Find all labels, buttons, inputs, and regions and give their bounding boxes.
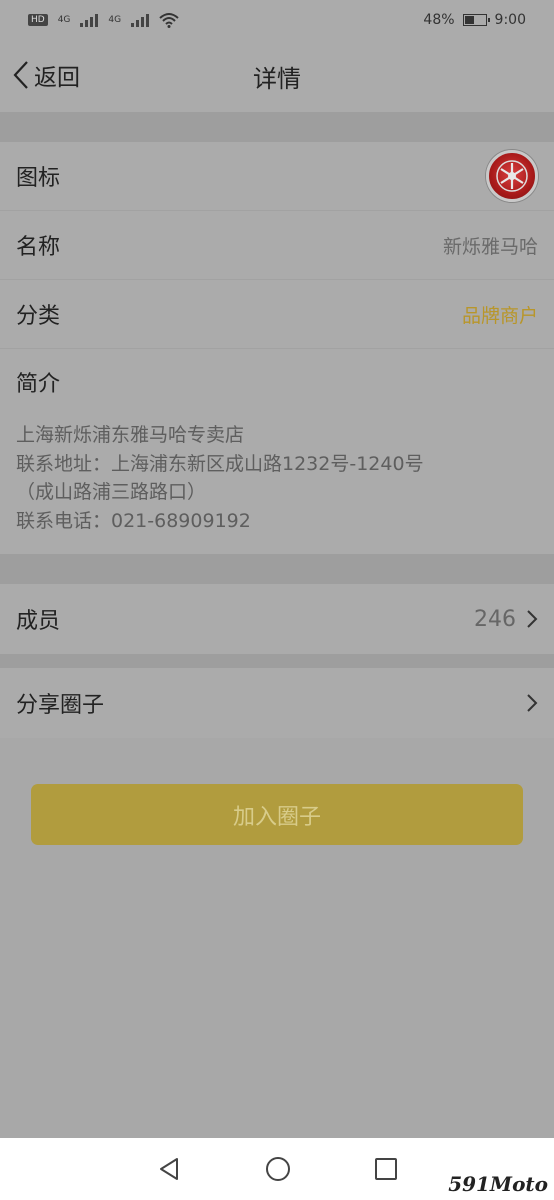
- brand-logo-icon: [486, 150, 538, 202]
- intro-line: 上海新烁浦东雅马哈专卖店: [16, 424, 245, 446]
- section-gap: [0, 654, 554, 668]
- details-panel: 图标 名称 新烁雅马哈 分类 品牌商户 简介 上海新烁浦东雅马哈专卖店 联系地址…: [0, 142, 554, 554]
- back-triangle-icon[interactable]: [156, 1156, 182, 1182]
- status-left: HD 4G 4G: [28, 12, 179, 28]
- signal-icon: [80, 13, 99, 27]
- name-row: 名称 新烁雅马哈: [0, 211, 554, 280]
- wifi-icon: [159, 13, 179, 28]
- share-row[interactable]: 分享圈子: [0, 668, 554, 738]
- name-value: 新烁雅马哈: [442, 235, 538, 258]
- back-button[interactable]: 返回: [12, 58, 80, 92]
- tuning-fork-logo-icon: [496, 160, 528, 192]
- intro-text: 上海新烁浦东雅马哈专卖店 联系地址：上海浦东新区成山路1232号-1240号 （…: [16, 421, 538, 535]
- share-panel: 分享圈子: [0, 668, 554, 738]
- intro-line: 联系电话：021-68909192: [16, 509, 251, 532]
- members-panel: 成员 246: [0, 584, 554, 654]
- watermark-logo: 591Moto: [448, 1172, 548, 1196]
- chevron-left-icon: [13, 61, 28, 89]
- chevron-right-icon: [527, 610, 538, 628]
- status-bar: HD 4G 4G 48% 9:00: [0, 0, 554, 40]
- icon-label: 图标: [16, 166, 61, 191]
- intro-section: 简介 上海新烁浦东雅马哈专卖店 联系地址：上海浦东新区成山路1232号-1240…: [0, 349, 554, 535]
- section-gap: [0, 554, 554, 584]
- recent-apps-square-icon[interactable]: [374, 1157, 398, 1181]
- home-circle-icon[interactable]: [264, 1155, 292, 1183]
- category-row: 分类 品牌商户: [0, 280, 554, 349]
- network-type-2: 4G: [108, 15, 122, 25]
- name-label: 名称: [16, 235, 61, 260]
- intro-label: 简介: [16, 372, 61, 397]
- members-right: 246: [474, 607, 538, 632]
- share-label: 分享圈子: [16, 693, 105, 718]
- battery-icon: [462, 14, 490, 26]
- chevron-right-icon: [527, 694, 538, 712]
- category-value: 品牌商户: [461, 304, 538, 327]
- intro-line: 联系地址：上海浦东新区成山路1232号-1240号: [16, 452, 424, 475]
- signal-icon-2: [131, 13, 150, 27]
- clock: 9:00: [494, 12, 526, 28]
- page-title: 详情: [253, 64, 301, 93]
- icon-row: 图标: [0, 142, 554, 211]
- members-count: 246: [474, 606, 516, 632]
- navigation-bar: 返回 详情: [0, 40, 554, 112]
- battery-percent: 48%: [423, 12, 455, 28]
- join-circle-button[interactable]: 加入圈子: [31, 784, 523, 845]
- intro-line: （成山路浦三路路口）: [16, 481, 207, 503]
- category-label: 分类: [16, 304, 61, 329]
- back-label: 返回: [34, 65, 80, 91]
- hd-icon: HD: [28, 14, 48, 26]
- network-type-1: 4G: [57, 15, 71, 25]
- members-row[interactable]: 成员 246: [0, 584, 554, 654]
- section-gap: [0, 112, 554, 142]
- status-right: 48% 9:00: [423, 12, 526, 28]
- members-label: 成员: [16, 609, 61, 634]
